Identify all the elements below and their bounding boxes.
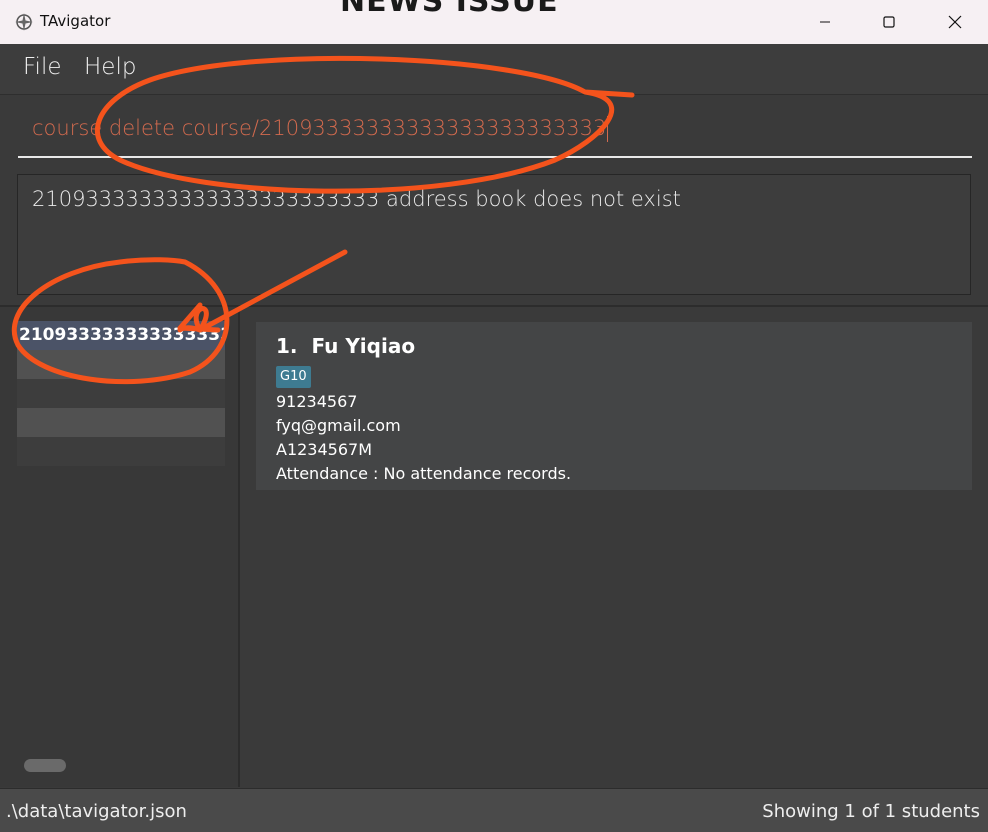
command-value: course delete course/2109333333333333333… — [32, 116, 607, 140]
menu-bar: File Help — [0, 44, 988, 95]
result-display: 21093333333333333333333333 address book … — [17, 174, 971, 295]
student-card[interactable]: 1. Fu Yiqiao G10 91234567 fyq@gmail.com … — [256, 322, 972, 490]
course-list-item[interactable] — [17, 350, 225, 379]
course-list-item[interactable] — [17, 408, 225, 437]
command-input[interactable]: course delete course/2109333333333333333… — [18, 104, 972, 158]
student-count: Showing 1 of 1 students — [762, 801, 980, 822]
course-list-item[interactable] — [17, 437, 225, 466]
maximize-button[interactable] — [866, 0, 912, 44]
data-file-path: .\data\tavigator.json — [6, 801, 187, 822]
background-window-heading: NEWS ISSUE — [340, 0, 559, 19]
student-index: 1. — [276, 334, 298, 358]
course-list: 21093333333333333333333333 — [17, 321, 225, 466]
course-list-item[interactable]: 21093333333333333333333333 — [17, 321, 225, 350]
student-name: 1. Fu Yiqiao — [276, 334, 415, 358]
minimize-button[interactable] — [802, 0, 848, 44]
maximize-icon — [883, 16, 895, 28]
menu-help[interactable]: Help — [84, 54, 136, 80]
horizontal-scrollbar-thumb[interactable] — [24, 759, 66, 772]
minimize-icon — [819, 16, 831, 28]
status-bar: .\data\tavigator.json Showing 1 of 1 stu… — [0, 788, 988, 832]
course-list-item[interactable] — [17, 379, 225, 408]
result-message: 21093333333333333333333333 address book … — [32, 187, 681, 211]
group-tag: G10 — [276, 366, 311, 388]
window-title: TAvigator — [40, 12, 111, 30]
student-phone: 91234567 — [276, 392, 358, 411]
student-name-text: Fu Yiqiao — [311, 334, 416, 358]
student-id: A1234567M — [276, 440, 373, 459]
compass-icon — [14, 12, 34, 32]
course-list-panel: 21093333333333333333333333 — [0, 307, 240, 787]
student-attendance: Attendance : No attendance records. — [276, 464, 572, 483]
text-caret — [607, 116, 609, 142]
command-text: course delete course/2109333333333333333… — [32, 116, 609, 142]
menu-file[interactable]: File — [23, 54, 62, 80]
close-button[interactable] — [932, 0, 978, 44]
student-list-panel: 1. Fu Yiqiao G10 91234567 fyq@gmail.com … — [242, 307, 988, 787]
title-bar: NEWS ISSUE TAvigator — [0, 0, 988, 44]
student-email: fyq@gmail.com — [276, 416, 401, 435]
close-icon — [948, 15, 962, 29]
